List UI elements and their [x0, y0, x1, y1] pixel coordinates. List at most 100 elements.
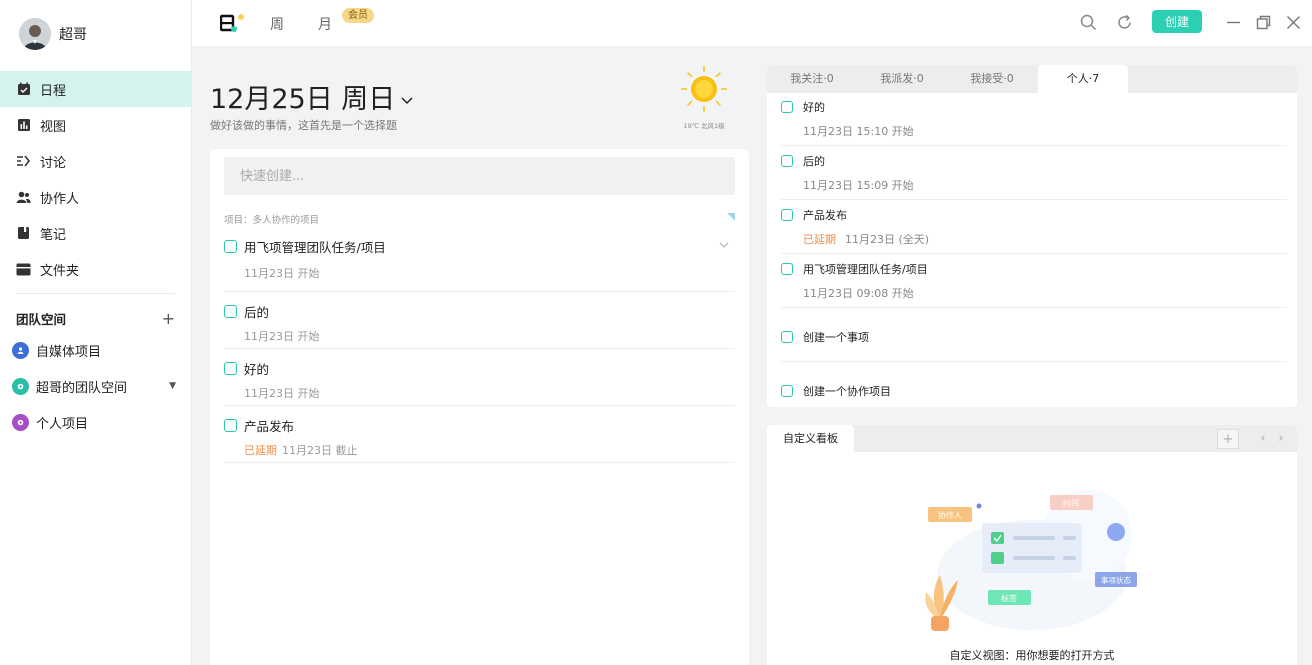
task-meta: 11月23日 开始: [244, 267, 320, 280]
tab-assigned[interactable]: 我派发·0: [857, 65, 947, 93]
weather-widget[interactable]: 19℃ 北风1级: [672, 64, 736, 130]
task-list-panel: 我关注·0 我派发·0 我接受·0 个人·7 好的 11月23日 15:10 开…: [767, 65, 1297, 407]
list-item[interactable]: 用飞项管理团队任务/项目 11月23日 09:08 开始: [781, 261, 1287, 308]
task-checkbox[interactable]: [224, 240, 237, 253]
tab-accepted[interactable]: 我接受·0: [947, 65, 1037, 93]
chevron-right-icon[interactable]: ›: [1270, 429, 1292, 449]
user-profile[interactable]: 超哥: [19, 18, 87, 50]
date-title: 12月25日 周日: [210, 84, 396, 115]
tab-custom-board[interactable]: 自定义看板: [767, 425, 854, 452]
task-meta: 11月23日 09:08 开始: [803, 287, 914, 300]
task-meta: 已延期 11月23日 (全天): [803, 231, 1287, 247]
board-caption: 自定义视图：用你想要的打开方式: [949, 649, 1115, 662]
schedule-panel: 项目：多人协作的项目 用飞项管理团队任务/项目 11月23日 开始 后的 11月…: [210, 149, 749, 665]
list-item[interactable]: 创建一个事项: [781, 329, 1287, 362]
sidebar-item-label: 协作人: [40, 191, 80, 207]
date-subtitle: 做好该做的事情，这首先是一个选择题: [210, 119, 397, 132]
team-item-label: 自媒体项目: [36, 344, 102, 360]
people-icon: [16, 190, 31, 205]
user-name: 超哥: [59, 27, 87, 43]
tab-following[interactable]: 我关注·0: [767, 65, 857, 93]
team-item-personal[interactable]: 个人项目: [0, 404, 192, 440]
app-logo-icon[interactable]: [219, 12, 244, 34]
tab-week[interactable]: 周: [270, 14, 284, 34]
add-team-icon[interactable]: +: [162, 310, 175, 326]
close-icon[interactable]: [1284, 13, 1302, 31]
team-item-chaoge-space[interactable]: 超哥的团队空间 ▼: [0, 368, 192, 404]
add-board-icon[interactable]: +: [1217, 429, 1239, 449]
vip-badge: 会员: [342, 8, 374, 23]
sidebar-item-notes[interactable]: 笔记: [0, 215, 192, 251]
overdue-label: 已延期: [244, 444, 277, 457]
sidebar-nav: 日程 视图 讨论 协作人 笔记 文件夹: [0, 71, 192, 287]
team-space-header: 团队空间 +: [16, 309, 175, 328]
sidebar-item-discussion[interactable]: 讨论: [0, 143, 192, 179]
avatar[interactable]: [19, 18, 51, 50]
chevron-down-icon[interactable]: [719, 241, 729, 252]
task-title: 后的: [803, 155, 825, 168]
board-tabs: 自定义看板 + ‹ ›: [767, 425, 1297, 452]
sidebar-item-folder[interactable]: 文件夹: [0, 251, 192, 287]
task-title: 好的: [244, 362, 270, 377]
sidebar-item-view[interactable]: 视图: [0, 107, 192, 143]
weather-text: 19℃ 北风1级: [683, 122, 725, 130]
task-checkbox[interactable]: [224, 419, 237, 432]
task-meta: 11月23日 15:09 开始: [803, 179, 914, 192]
team-item-media[interactable]: 自媒体项目: [0, 332, 192, 368]
corner-flag-icon: [727, 213, 735, 221]
task-checkbox[interactable]: [781, 209, 793, 221]
task-item[interactable]: 后的 11月23日 开始: [224, 302, 735, 349]
collaborator-tag: 协作人: [938, 510, 962, 520]
task-date: 11月23日 截止: [282, 444, 358, 457]
tab-month[interactable]: 月: [318, 14, 332, 34]
sidebar-item-label: 笔记: [40, 227, 67, 243]
sidebar-item-label: 文件夹: [40, 263, 80, 279]
task-checkbox[interactable]: [224, 305, 237, 318]
quick-create-input[interactable]: [224, 157, 735, 195]
task-checkbox[interactable]: [781, 155, 793, 167]
project-icon: [12, 341, 29, 359]
task-checkbox[interactable]: [781, 385, 793, 397]
team-item-label: 超哥的团队空间: [36, 380, 128, 396]
sidebar-item-collaborators[interactable]: 协作人: [0, 179, 192, 215]
task-title: 用飞项管理团队任务/项目: [803, 263, 928, 276]
sidebar-item-schedule[interactable]: 日程: [0, 71, 192, 107]
task-checkbox[interactable]: [781, 263, 793, 275]
task-checkbox[interactable]: [781, 331, 793, 343]
task-title: 好的: [803, 101, 825, 114]
list-item[interactable]: 好的 11月23日 15:10 开始: [781, 99, 1287, 146]
time-tag: 时间: [1063, 498, 1079, 508]
task-date: 11月23日 (全天): [845, 233, 930, 246]
task-item[interactable]: 用飞项管理团队任务/项目 11月23日 开始: [224, 237, 735, 292]
minimize-icon[interactable]: [1224, 13, 1242, 31]
list-item[interactable]: 创建一个协作项目: [781, 383, 1287, 403]
restore-icon[interactable]: [1254, 13, 1272, 31]
list-item[interactable]: 后的 11月23日 15:09 开始: [781, 153, 1287, 200]
tab-personal[interactable]: 个人·7: [1038, 65, 1128, 93]
personal-project-icon: [12, 413, 29, 431]
create-button[interactable]: 创建: [1152, 10, 1202, 33]
top-bar: 周 月 会员 创建: [192, 0, 1312, 46]
task-item[interactable]: 产品发布 已延期 11月23日 截止: [224, 416, 735, 463]
task-meta: 11月23日 开始: [244, 330, 320, 343]
task-meta: 已延期 11月23日 截止: [244, 442, 735, 458]
tag-label: 标签: [1001, 593, 1017, 603]
task-checkbox[interactable]: [781, 101, 793, 113]
refresh-icon[interactable]: [1115, 13, 1133, 31]
sidebar-item-label: 日程: [40, 83, 67, 99]
sidebar-item-label: 讨论: [40, 155, 67, 171]
overdue-label: 已延期: [803, 233, 836, 246]
folder-icon: [16, 262, 31, 277]
chevron-down-icon[interactable]: ▼: [169, 381, 176, 391]
task-tabs: 我关注·0 我派发·0 我接受·0 个人·7: [767, 65, 1297, 93]
task-item[interactable]: 好的 11月23日 开始: [224, 359, 735, 406]
task-title: 创建一个协作项目: [803, 385, 891, 398]
search-icon[interactable]: [1079, 13, 1097, 31]
date-selector[interactable]: 12月25日 周日: [210, 77, 413, 116]
team-item-label: 个人项目: [36, 416, 89, 432]
notebook-icon: [16, 226, 31, 241]
task-checkbox[interactable]: [224, 362, 237, 375]
team-list: 自媒体项目 超哥的团队空间 ▼ 个人项目: [0, 332, 192, 440]
list-item[interactable]: 产品发布 已延期 11月23日 (全天): [781, 207, 1287, 254]
status-tag: 事项状态: [1101, 575, 1131, 585]
